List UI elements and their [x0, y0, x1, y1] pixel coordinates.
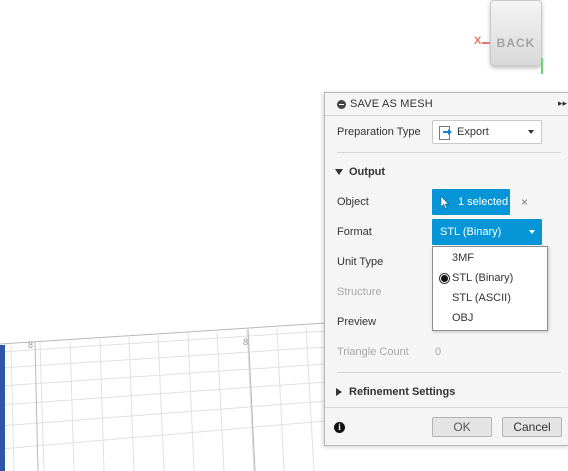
refinement-settings-label: Refinement Settings [349, 386, 456, 398]
format-label: Format [337, 226, 372, 238]
output-section-header[interactable]: Output [325, 161, 568, 183]
object-row: Object 1 selected × [325, 189, 568, 215]
chevron-down-icon [528, 130, 534, 134]
triangle-count-label: Triangle Count [337, 346, 409, 358]
model-body-edge[interactable] [0, 345, 5, 471]
object-selection-button[interactable]: 1 selected [432, 189, 510, 215]
view-cube[interactable]: BACK [487, 0, 545, 68]
radio-selected-icon [439, 272, 450, 284]
ok-button[interactable]: OK [432, 417, 492, 437]
triangle-down-icon [335, 169, 343, 175]
axis-x-indicator [482, 42, 490, 44]
format-option-stl-binary[interactable]: STL (Binary) [433, 268, 547, 288]
dialog-header[interactable]: SAVE AS MESH ▸▸ [325, 93, 568, 116]
collapse-icon[interactable] [337, 99, 346, 109]
format-option-3mf[interactable]: 3MF [433, 248, 547, 268]
object-selection-text: 1 selected [458, 196, 509, 208]
object-label: Object [337, 196, 369, 208]
pointer-cursor-icon [440, 195, 450, 209]
preparation-type-value: Export [457, 126, 489, 138]
unit-type-label: Unit Type [337, 256, 384, 268]
save-as-mesh-dialog: SAVE AS MESH ▸▸ Preparation Type Export … [324, 92, 568, 446]
format-option-stl-ascii[interactable]: STL (ASCII) [433, 288, 547, 308]
format-dropdown-list: 3MF STL (Binary) STL (ASCII) OBJ [432, 246, 548, 331]
expand-arrows-icon[interactable]: ▸▸ [558, 98, 567, 109]
format-value: STL (Binary) [440, 226, 502, 238]
dialog-title: SAVE AS MESH [350, 98, 433, 110]
structure-label: Structure [337, 286, 382, 298]
refinement-settings-header[interactable]: Refinement Settings [325, 381, 568, 403]
axis-x-label: X [474, 35, 482, 47]
triangle-count-row: Triangle Count 0 [325, 340, 568, 364]
triangle-right-icon [336, 388, 342, 396]
export-icon [438, 125, 452, 140]
axis-y-indicator [541, 58, 543, 74]
preparation-type-label: Preparation Type [337, 126, 421, 138]
format-option-obj[interactable]: OBJ [433, 308, 547, 328]
divider [337, 152, 561, 153]
cancel-button[interactable]: Cancel [502, 417, 562, 437]
chevron-down-icon [529, 230, 535, 234]
preparation-type-row: Preparation Type Export [325, 120, 568, 144]
clear-selection-icon[interactable]: × [521, 195, 528, 209]
preview-label: Preview [337, 316, 377, 328]
view-cube-face-back[interactable]: BACK [490, 0, 542, 66]
info-icon[interactable]: i [334, 422, 345, 433]
divider [337, 372, 561, 373]
format-row: Format STL (Binary) [325, 219, 568, 245]
grid-label: 8 [28, 340, 33, 350]
dialog-footer: i OK Cancel [325, 407, 568, 446]
triangle-count-value: 0 [435, 346, 442, 358]
grid-label: 8 [243, 337, 248, 347]
preparation-type-select[interactable]: Export [432, 120, 542, 144]
format-option-label: OBJ [452, 312, 474, 324]
output-section-label: Output [349, 166, 386, 178]
format-option-label: STL (ASCII) [452, 292, 511, 304]
format-option-label: STL (Binary) [452, 272, 514, 284]
format-select[interactable]: STL (Binary) [432, 219, 542, 245]
format-option-label: 3MF [452, 252, 474, 264]
